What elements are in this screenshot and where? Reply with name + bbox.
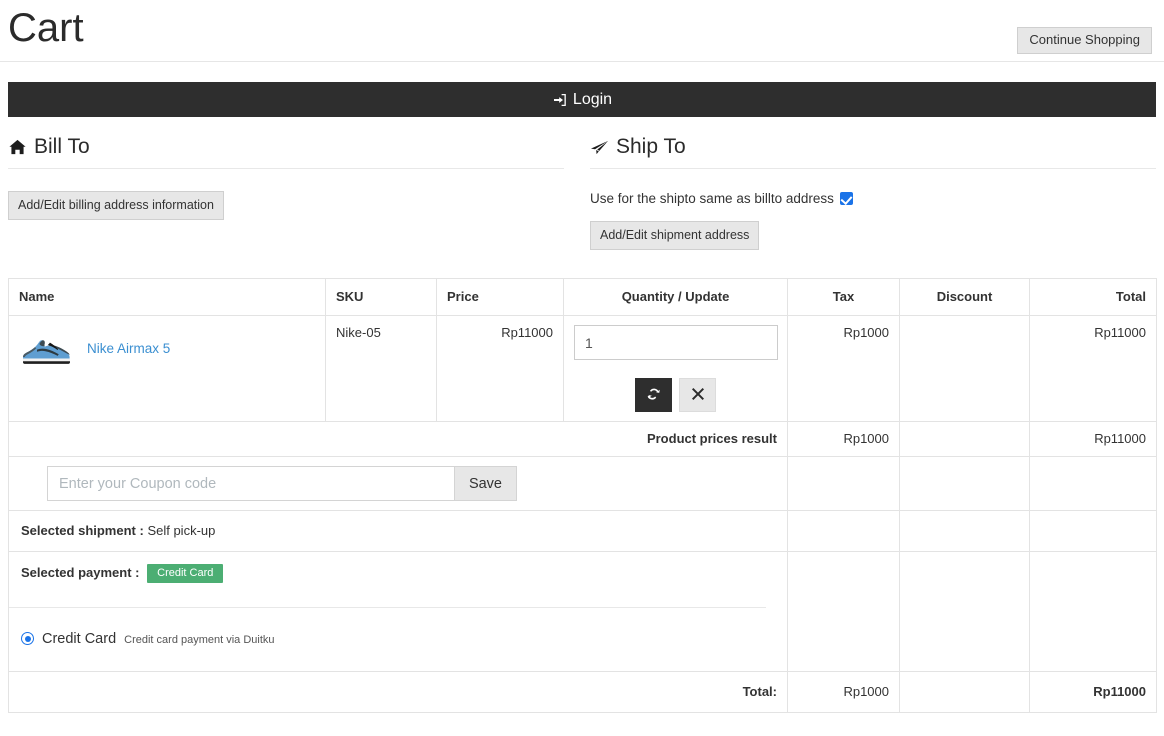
login-label: Login — [572, 90, 613, 108]
quantity-input[interactable] — [574, 325, 778, 360]
update-quantity-button[interactable] — [635, 378, 672, 412]
product-total-cell: Rp11000 — [1029, 315, 1157, 422]
coupon-discount-cell — [899, 456, 1030, 511]
cart-table: Name SKU Price Quantity / Update Tax Dis… — [8, 278, 1157, 713]
selected-payment-header: Selected payment : Credit Card — [9, 552, 787, 583]
cart-table-header-row: Name SKU Price Quantity / Update Tax Dis… — [8, 278, 1157, 316]
bill-to-heading: Bill To — [8, 135, 564, 169]
page-header: Cart Continue Shopping — [0, 0, 1164, 62]
paper-plane-icon — [590, 138, 609, 157]
page-title: Cart — [8, 6, 84, 50]
table-row: Nike Airmax 5 Nike-05 Rp11000 1 Rp1000 R… — [8, 315, 1157, 422]
product-price-cell: Rp11000 — [436, 315, 564, 422]
sneaker-image — [19, 330, 73, 366]
result-label: Product prices result — [8, 421, 788, 457]
save-coupon-button[interactable]: Save — [453, 466, 517, 501]
selected-shipment-row: Selected shipment : Self pick-up — [8, 510, 1157, 552]
product-discount-cell — [899, 315, 1030, 422]
product-tax-cell: Rp1000 — [787, 315, 900, 422]
ship-to-heading: Ship To — [590, 135, 1156, 169]
product-prices-result-row: Product prices result Rp1000 Rp11000 — [8, 421, 1157, 457]
shipto-same-checkbox[interactable] — [839, 192, 853, 205]
sign-in-icon — [552, 92, 568, 108]
coupon-row: Save — [8, 456, 1157, 511]
continue-shopping-button[interactable]: Continue Shopping — [1017, 27, 1152, 54]
coupon-tax-cell — [787, 456, 900, 511]
credit-card-radio[interactable] — [21, 632, 34, 645]
shipment-total-cell — [1029, 510, 1157, 552]
payment-total-cell — [1029, 551, 1157, 672]
column-header-price: Price — [436, 278, 564, 316]
ship-to-panel: Ship To Use for the shipto same as billt… — [582, 135, 1164, 250]
shipto-same-label: Use for the shipto same as billto addres… — [590, 191, 834, 206]
result-total: Rp11000 — [1029, 421, 1157, 457]
selected-shipment-cell: Selected shipment : Self pick-up — [8, 510, 788, 552]
status-badge: Credit Card — [147, 564, 224, 583]
cart-table-body: Nike Airmax 5 Nike-05 Rp11000 1 Rp1000 R… — [8, 315, 1157, 713]
add-edit-shipment-address-button[interactable]: Add/Edit shipment address — [590, 221, 760, 250]
selected-shipment-label: Selected shipment : — [21, 523, 144, 538]
ship-to-body: Use for the shipto same as billto addres… — [590, 169, 1156, 250]
footer-total-label: Total: — [8, 671, 788, 713]
column-header-sku: SKU — [325, 278, 437, 316]
payment-option-name: Credit Card — [42, 631, 117, 647]
ship-to-title: Ship To — [616, 135, 686, 158]
footer-grand-total: Rp11000 — [1029, 671, 1157, 713]
payment-discount-cell — [899, 551, 1030, 672]
remove-item-button[interactable] — [679, 378, 716, 412]
column-header-total: Total — [1029, 278, 1157, 316]
login-bar[interactable]: Login — [8, 82, 1156, 117]
bill-to-title: Bill To — [34, 135, 90, 158]
address-section: Bill To Add/Edit billing address informa… — [0, 135, 1164, 250]
product-name-cell: Nike Airmax 5 — [8, 315, 326, 422]
quantity-action-buttons — [574, 378, 777, 412]
selected-payment-label: Selected payment : — [21, 565, 140, 580]
footer-discount — [899, 671, 1030, 713]
add-edit-billing-address-button[interactable]: Add/Edit billing address information — [8, 191, 224, 220]
coupon-total-cell — [1029, 456, 1157, 511]
shipment-discount-cell — [899, 510, 1030, 552]
column-header-name: Name — [8, 278, 326, 316]
coupon-input[interactable] — [47, 466, 454, 501]
selected-shipment-value: Self pick-up — [147, 523, 216, 538]
footer-tax: Rp1000 — [787, 671, 900, 713]
product-quantity-cell — [563, 315, 788, 422]
payment-tax-cell — [787, 551, 900, 672]
bill-to-panel: Bill To Add/Edit billing address informa… — [0, 135, 582, 250]
payment-option-description: Credit card payment via Duitku — [124, 634, 275, 646]
shipto-same-as-billto-row: Use for the shipto same as billto addres… — [590, 191, 1156, 206]
product-name-link[interactable]: Nike Airmax 5 — [87, 341, 170, 356]
shipment-tax-cell — [787, 510, 900, 552]
result-discount — [899, 421, 1030, 457]
selected-payment-row: Selected payment : Credit Card Credit Ca… — [8, 551, 1157, 672]
cart-table-head: Name SKU Price Quantity / Update Tax Dis… — [8, 278, 1157, 316]
bill-to-body: Add/Edit billing address information — [8, 169, 564, 220]
refresh-icon — [647, 387, 661, 404]
coupon-cell: Save — [8, 456, 788, 511]
column-header-tax: Tax — [787, 278, 900, 316]
result-tax: Rp1000 — [787, 421, 900, 457]
column-header-quantity: Quantity / Update — [563, 278, 788, 316]
payment-option-credit-card[interactable]: Credit Card Credit card payment via Duit… — [9, 608, 787, 647]
selected-payment-cell: Selected payment : Credit Card Credit Ca… — [8, 551, 788, 672]
cart-footer-row: Total: Rp1000 Rp11000 — [8, 671, 1157, 713]
column-header-discount: Discount — [899, 278, 1030, 316]
close-icon — [691, 387, 704, 403]
product-sku-cell: Nike-05 — [325, 315, 437, 422]
home-icon — [8, 138, 27, 157]
